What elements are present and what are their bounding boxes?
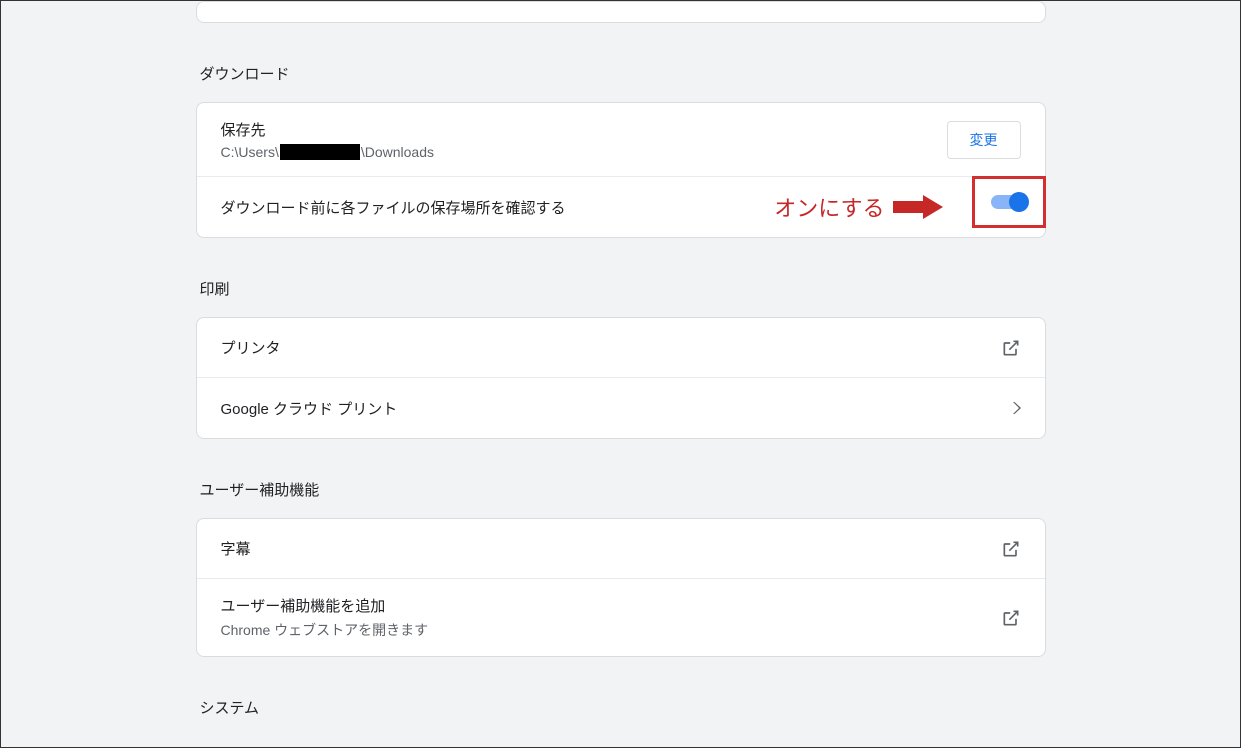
download-prompt-row: ダウンロード前に各ファイルの保存場所を確認する オンにする	[197, 177, 1045, 237]
path-redacted	[280, 144, 360, 160]
captions-row[interactable]: 字幕	[197, 519, 1045, 579]
download-location-row: 保存先 C:\Users\ \Downloads 変更	[197, 103, 1045, 177]
external-link-icon	[1001, 608, 1021, 628]
section-title-printing: 印刷	[196, 278, 1046, 299]
previous-section-card-bottom	[196, 1, 1046, 23]
arrow-icon	[893, 195, 945, 219]
add-accessibility-row[interactable]: ユーザー補助機能を追加 Chrome ウェブストアを開きます	[197, 579, 1045, 656]
add-accessibility-sub: Chrome ウェブストアを開きます	[221, 620, 429, 640]
change-location-button[interactable]: 変更	[947, 121, 1021, 159]
annotation-text: オンにする	[774, 191, 884, 223]
printers-row[interactable]: プリンタ	[197, 318, 1045, 378]
cloud-print-label: Google クラウド プリント	[221, 398, 398, 419]
printers-label: プリンタ	[221, 337, 281, 358]
section-title-system: システム	[196, 697, 1046, 718]
downloads-card: 保存先 C:\Users\ \Downloads 変更 ダウンロード前に各ファイ…	[196, 102, 1046, 238]
printing-card: プリンタ Google クラウド プリント	[196, 317, 1046, 439]
chevron-right-icon	[1013, 402, 1021, 414]
download-prompt-toggle[interactable]	[991, 195, 1027, 209]
download-prompt-label: ダウンロード前に各ファイルの保存場所を確認する	[221, 197, 566, 218]
cloud-print-row[interactable]: Google クラウド プリント	[197, 378, 1045, 438]
captions-label: 字幕	[221, 538, 251, 559]
path-suffix: \Downloads	[361, 144, 434, 160]
add-accessibility-label: ユーザー補助機能を追加	[221, 595, 429, 616]
accessibility-card: 字幕 ユーザー補助機能を追加 Chrome ウェブストアを開きます	[196, 518, 1046, 657]
external-link-icon	[1001, 539, 1021, 559]
section-title-accessibility: ユーザー補助機能	[196, 479, 1046, 500]
external-link-icon	[1001, 338, 1021, 358]
annotation-callout: オンにする	[774, 191, 944, 223]
download-location-label: 保存先	[221, 119, 435, 140]
path-prefix: C:\Users\	[221, 144, 279, 160]
toggle-highlight-box	[972, 176, 1046, 228]
section-title-downloads: ダウンロード	[196, 63, 1046, 84]
download-location-path: C:\Users\ \Downloads	[221, 144, 435, 160]
